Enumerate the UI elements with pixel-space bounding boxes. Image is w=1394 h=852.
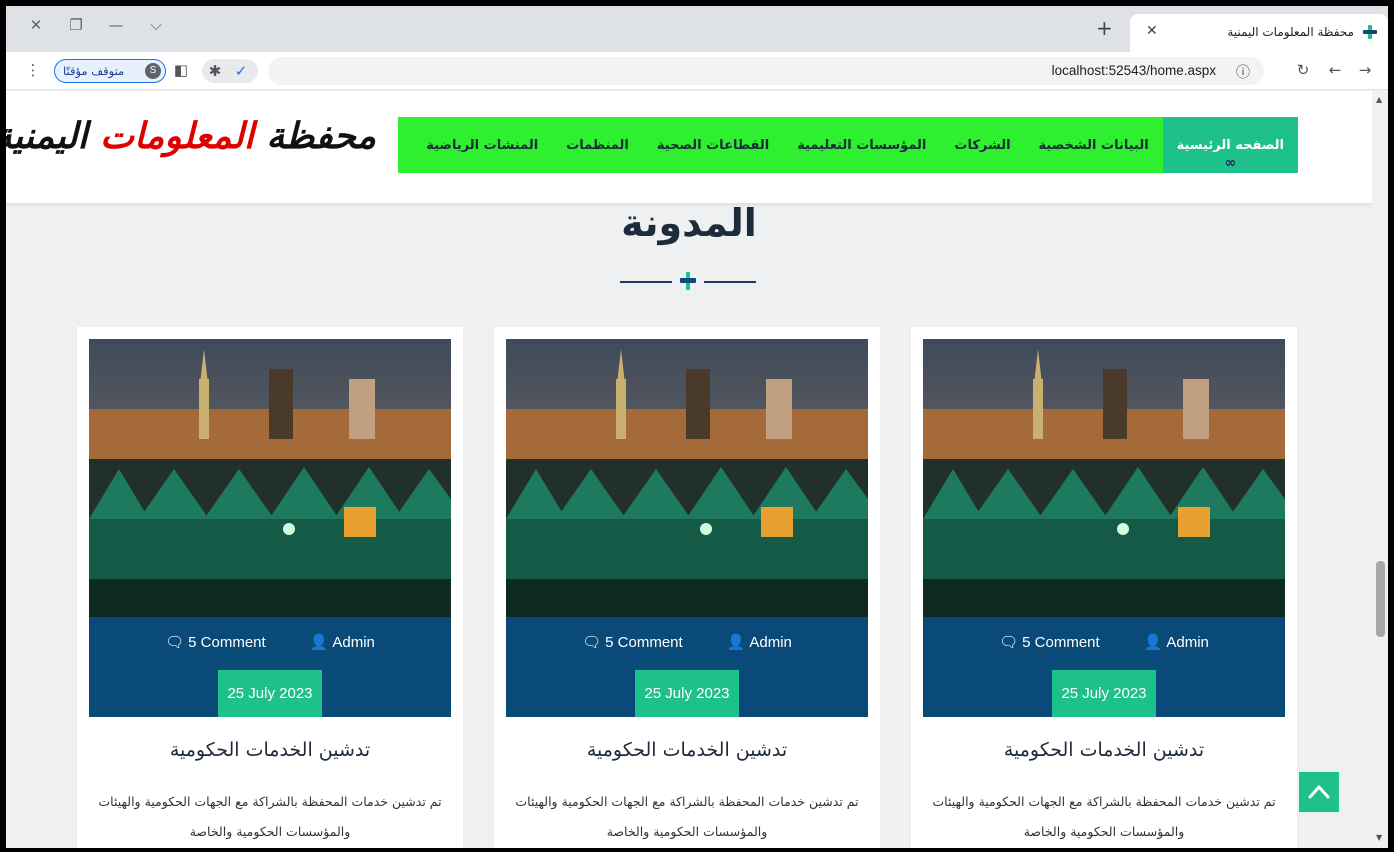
tab-title: محفظة المعلومات اليمنية: [1227, 25, 1354, 39]
blog-card[interactable]: 🗨 5 Comment 👤 Admin 25 July 2023 تدشين الخ…: [494, 327, 880, 848]
section-title: المدونة: [621, 201, 757, 245]
blog-card[interactable]: 🗨 5 Comment 👤 Admin 25 July 2023 تدشين الخ…: [911, 327, 1297, 848]
profile-avatar: S: [145, 63, 161, 79]
nav-item-educational[interactable]: المؤسسات التعليمية: [783, 138, 940, 153]
card-title[interactable]: تدشين الخدمات الحكومية: [77, 739, 463, 761]
comments-meta[interactable]: 🗨 5 Comment: [999, 633, 1100, 652]
minimize-window-icon[interactable]: —: [104, 16, 128, 34]
profile-paused-label: متوقف مؤقتًا: [63, 64, 125, 78]
user-icon: 👤: [726, 634, 746, 651]
logo-word-3: اليمنية: [6, 115, 88, 157]
browser-window: ✕ ❐ — ⌵ + محفظة المعلومات اليمنية ✕ ⋮ مت…: [6, 6, 1388, 848]
nav-item-label: الصفحه الرئيسية: [1176, 137, 1284, 153]
close-window-icon[interactable]: ✕: [24, 16, 48, 34]
reload-icon[interactable]: ↻: [1292, 61, 1314, 79]
side-panel-icon[interactable]: ◧: [170, 61, 192, 79]
user-icon: 👤: [1143, 634, 1163, 651]
profile-paused-button[interactable]: متوقف مؤقتًا S: [54, 59, 166, 83]
card-meta: 🗨 5 Comment 👤 Admin 25 July 2023: [923, 617, 1285, 717]
nav-item-organizations[interactable]: المنظمات: [552, 138, 643, 153]
browser-toolbar: ⋮ متوقف مؤقتًا S ◧ ✱ ✓ ☆ ⇱ ⊕ localhost:5…: [6, 52, 1388, 90]
forward-arrow-icon[interactable]: →: [1354, 61, 1376, 79]
address-bar[interactable]: localhost:52543/home.aspx ⓘ: [268, 57, 1264, 85]
tab-strip: ✕ ❐ — ⌵ + محفظة المعلومات اليمنية ✕: [6, 6, 1388, 52]
card-text: تم تدشين خدمات المحفظة بالشراكة مع الجها…: [515, 794, 859, 839]
nav-item-sports[interactable]: المنشات الرياضية: [412, 138, 552, 153]
browser-tab[interactable]: محفظة المعلومات اليمنية ✕: [1130, 14, 1388, 52]
comments-meta[interactable]: 🗨 5 Comment: [582, 633, 683, 652]
date-badge: 25 July 2023: [635, 670, 739, 717]
card-title[interactable]: تدشين الخدمات الحكومية: [911, 739, 1297, 761]
close-tab-icon[interactable]: ✕: [1146, 23, 1158, 39]
nav-item-home[interactable]: الصفحه الرئيسية ∞: [1162, 117, 1298, 173]
page-scrollbar[interactable]: ▲ ▼: [1372, 91, 1388, 848]
city-houses-image: [923, 339, 1285, 617]
nav-item-health[interactable]: القطاعات الصحية: [643, 138, 783, 153]
comment-icon: 🗨: [999, 634, 1019, 651]
blog-card[interactable]: 🗨 5 Comment 👤 Admin 25 July 2023 تدشين الخ…: [77, 327, 463, 848]
card-text: تم تدشين خدمات المحفظة بالشراكة مع الجها…: [98, 794, 442, 839]
author-meta[interactable]: 👤 Admin: [1143, 633, 1209, 652]
card-image[interactable]: [506, 339, 868, 617]
title-divider: [620, 271, 756, 291]
scroll-to-top-button[interactable]: [1299, 772, 1339, 812]
extensions-group: ✱ ✓: [202, 59, 258, 83]
tab-search-icon[interactable]: ⌵: [144, 16, 168, 34]
url-text[interactable]: localhost:52543/home.aspx: [1052, 63, 1216, 78]
scroll-down-arrow-icon[interactable]: ▼: [1376, 833, 1382, 842]
card-meta: 🗨 5 Comment 👤 Admin 25 July 2023: [89, 617, 451, 717]
card-meta: 🗨 5 Comment 👤 Admin 25 July 2023: [506, 617, 868, 717]
scroll-thumb[interactable]: [1376, 561, 1385, 637]
site-favicon-icon: [1363, 25, 1377, 39]
author-meta[interactable]: 👤 Admin: [726, 633, 792, 652]
card-image[interactable]: [89, 339, 451, 617]
menu-kebab-icon[interactable]: ⋮: [22, 61, 44, 79]
divider-logo-icon: [680, 272, 696, 290]
checkmark-extension-icon[interactable]: ✓: [230, 62, 252, 80]
logo-word-2: المعلومات: [100, 115, 254, 157]
nav-item-companies[interactable]: الشركات: [940, 138, 1024, 153]
card-title[interactable]: تدشين الخدمات الحكومية: [494, 739, 880, 761]
comments-meta[interactable]: 🗨 5 Comment: [165, 633, 266, 652]
author-meta[interactable]: 👤 Admin: [309, 633, 375, 652]
extensions-puzzle-icon[interactable]: ✱: [204, 62, 226, 80]
chevron-up-icon: [1308, 785, 1330, 799]
main-nav: الصفحه الرئيسية ∞ البيانات الشخصية الشرك…: [398, 117, 1298, 173]
infinity-icon: ∞: [1224, 155, 1237, 171]
scroll-up-arrow-icon[interactable]: ▲: [1376, 95, 1382, 104]
comment-icon: 🗨: [582, 634, 602, 651]
card-text: تم تدشين خدمات المحفظة بالشراكة مع الجها…: [932, 794, 1276, 839]
date-badge: 25 July 2023: [1052, 670, 1156, 717]
city-houses-image: [506, 339, 868, 617]
web-page: محفظة المعلومات اليمنية الصفحه الرئيسية …: [6, 91, 1372, 848]
date-badge: 25 July 2023: [218, 670, 322, 717]
new-tab-button[interactable]: +: [1096, 18, 1113, 38]
user-icon: 👤: [309, 634, 329, 651]
card-image[interactable]: [923, 339, 1285, 617]
logo-word-1: محفظة: [253, 115, 376, 157]
comment-icon: 🗨: [165, 634, 185, 651]
site-header: محفظة المعلومات اليمنية الصفحه الرئيسية …: [6, 91, 1372, 203]
site-logo[interactable]: محفظة المعلومات اليمنية: [6, 105, 376, 185]
site-info-icon[interactable]: ⓘ: [1236, 62, 1250, 82]
restore-window-icon[interactable]: ❐: [64, 16, 88, 34]
city-houses-image: [89, 339, 451, 617]
nav-item-personal-data[interactable]: البيانات الشخصية: [1025, 138, 1163, 153]
back-arrow-icon[interactable]: ←: [1324, 61, 1346, 79]
